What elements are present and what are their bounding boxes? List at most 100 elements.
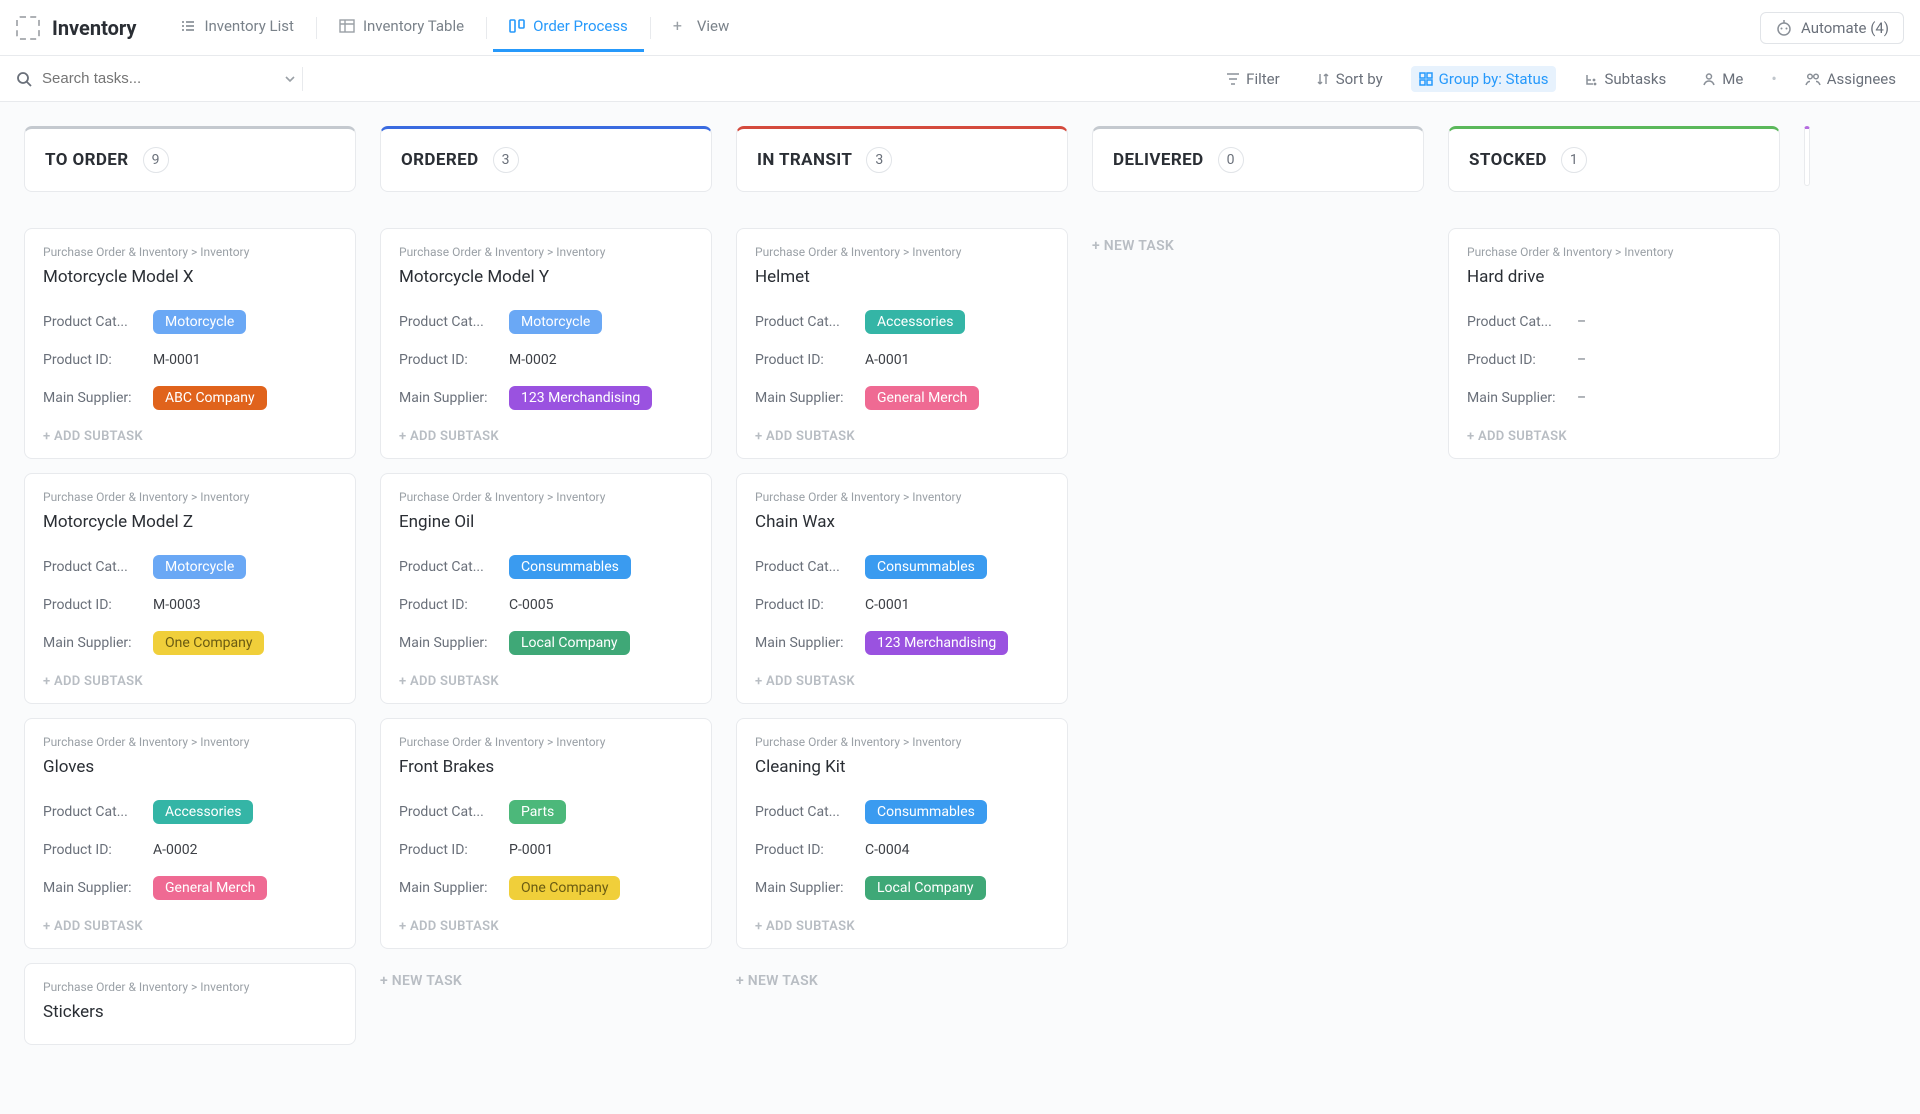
field-product-id: Product ID:C-0005 [399, 586, 693, 624]
supplier-pill: One Company [153, 631, 264, 655]
sort-button[interactable]: Sort by [1308, 66, 1391, 92]
supplier-pill: General Merch [153, 876, 267, 900]
tab-order-process[interactable]: Order Process [493, 3, 644, 52]
tab-inventory-list[interactable]: Inventory List [164, 3, 310, 52]
table-icon [339, 18, 355, 34]
field-category: Product Cat...Accessories [755, 303, 1049, 341]
field-value: A-0002 [153, 842, 197, 858]
add-subtask-button[interactable]: + ADD SUBTASK [43, 907, 337, 948]
category-pill: Motorcycle [153, 310, 246, 334]
column-title: ORDERED [401, 150, 479, 170]
field-label: Product ID: [43, 597, 153, 613]
task-card[interactable]: Purchase Order & Inventory > Inventory Mo… [24, 228, 356, 459]
add-subtask-button[interactable]: + ADD SUBTASK [1467, 417, 1761, 458]
breadcrumb: Purchase Order & Inventory > Inventory [43, 245, 337, 259]
supplier-pill: 123 Merchandising [509, 386, 652, 410]
column-header[interactable]: IN TRANSIT3 [736, 126, 1068, 192]
chevron-down-icon[interactable] [284, 73, 296, 85]
tab-inventory-table[interactable]: Inventory Table [323, 3, 480, 52]
field-supplier: Main Supplier:One Company [399, 869, 693, 907]
task-card[interactable]: Purchase Order & Inventory > InventorySt… [24, 963, 356, 1045]
category-pill: Parts [509, 800, 566, 824]
task-card[interactable]: Purchase Order & Inventory > Inventory Mo… [380, 228, 712, 459]
field-value: M-0002 [509, 352, 557, 368]
task-card[interactable]: Purchase Order & Inventory > InventoryHa… [1448, 228, 1780, 459]
tab-separator [316, 17, 317, 39]
me-button[interactable]: Me [1694, 66, 1751, 92]
column-header[interactable]: DELIVERED0 [1092, 126, 1424, 192]
column-to-order: TO ORDER9 Purchase Order & Inventory > In… [24, 126, 356, 1059]
search-icon [16, 71, 32, 87]
filter-button[interactable]: Filter [1218, 66, 1288, 92]
new-task-button[interactable]: + NEW TASK [380, 963, 712, 999]
add-subtask-button[interactable]: + ADD SUBTASK [399, 907, 693, 948]
add-subtask-button[interactable]: + ADD SUBTASK [43, 662, 337, 703]
add-subtask-button[interactable]: + ADD SUBTASK [755, 907, 1049, 948]
tab-label: Inventory Table [363, 17, 464, 35]
card-title: Front Brakes [399, 757, 693, 777]
task-card[interactable]: Purchase Order & Inventory > InventoryCl… [736, 718, 1068, 949]
people-icon [1805, 72, 1821, 86]
card-title: Motorcycle Model Y [399, 267, 693, 287]
add-subtask-button[interactable]: + ADD SUBTASK [43, 417, 337, 458]
field-value: P-0001 [509, 842, 553, 858]
task-card[interactable]: Purchase Order & Inventory > InventoryEn… [380, 473, 712, 704]
field-label: Product Cat... [43, 559, 153, 575]
group-button[interactable]: Group by: Status [1411, 66, 1557, 92]
card-title: Cleaning Kit [755, 757, 1049, 777]
field-value: A-0001 [865, 352, 909, 368]
field-category: Product Cat...Consummables [755, 793, 1049, 831]
search-input[interactable] [42, 70, 202, 87]
column-count: 3 [493, 147, 519, 173]
field-product-id: Product ID:C-0001 [755, 586, 1049, 624]
field-value: C-0004 [865, 842, 909, 858]
assignees-label: Assignees [1827, 70, 1896, 88]
column-header[interactable]: STOCKED1 [1448, 126, 1780, 192]
field-category: Product Cat...Motorcycle [43, 303, 337, 341]
assignees-button[interactable]: Assignees [1797, 66, 1904, 92]
list-icon [180, 18, 196, 34]
empty-value: – [1577, 314, 1586, 330]
tabs: Inventory List Inventory Table Order Pro… [164, 3, 1760, 52]
task-card[interactable]: Purchase Order & Inventory > InventoryCh… [736, 473, 1068, 704]
breadcrumb: Purchase Order & Inventory > Inventory [43, 980, 337, 994]
field-label: Product ID: [399, 352, 509, 368]
field-label: Product ID: [755, 597, 865, 613]
add-subtask-button[interactable]: + ADD SUBTASK [399, 417, 693, 458]
card-title: Motorcycle Model Z [43, 512, 337, 532]
add-subtask-button[interactable]: + ADD SUBTASK [755, 662, 1049, 703]
add-subtask-button[interactable]: + ADD SUBTASK [755, 417, 1049, 458]
breadcrumb: Purchase Order & Inventory > Inventory [755, 490, 1049, 504]
column-title: STOCKED [1469, 150, 1547, 170]
subtasks-icon [1584, 72, 1598, 86]
new-task-button[interactable]: + NEW TASK [736, 963, 1068, 999]
sort-label: Sort by [1336, 70, 1383, 88]
add-subtask-button[interactable]: + ADD SUBTASK [399, 662, 693, 703]
next-column-peek[interactable] [1804, 126, 1810, 186]
plus-icon: + [673, 18, 689, 34]
breadcrumb: Purchase Order & Inventory > Inventory [399, 490, 693, 504]
field-label: Product ID: [43, 352, 153, 368]
task-card[interactable]: Purchase Order & Inventory > InventoryMo… [24, 473, 356, 704]
me-label: Me [1722, 70, 1743, 88]
tab-add-view[interactable]: + View [657, 3, 745, 52]
automate-button[interactable]: Automate (4) [1760, 12, 1904, 44]
field-label: Product ID: [399, 842, 509, 858]
task-card[interactable]: Purchase Order & Inventory > InventoryFr… [380, 718, 712, 949]
column-header[interactable]: ORDERED 3 [380, 126, 712, 192]
task-card[interactable]: Purchase Order & Inventory > InventoryGl… [24, 718, 356, 949]
field-label: Main Supplier: [399, 390, 509, 406]
column-header[interactable]: TO ORDER9 [24, 126, 356, 192]
subtasks-button[interactable]: Subtasks [1576, 66, 1674, 92]
field-category: Product Cat...– [1467, 303, 1761, 341]
field-supplier: Main Supplier:Local Company [755, 869, 1049, 907]
field-label: Product Cat... [399, 559, 509, 575]
field-label: Main Supplier: [755, 635, 865, 651]
field-label: Main Supplier: [43, 635, 153, 651]
supplier-pill: ABC Company [153, 386, 267, 410]
new-task-button[interactable]: + NEW TASK [1092, 228, 1424, 264]
breadcrumb: Purchase Order & Inventory > Inventory [399, 245, 693, 259]
column-stocked: STOCKED1 Purchase Order & Inventory > Inv… [1448, 126, 1780, 473]
field-label: Main Supplier: [399, 635, 509, 651]
task-card[interactable]: Purchase Order & Inventory > InventoryHe… [736, 228, 1068, 459]
